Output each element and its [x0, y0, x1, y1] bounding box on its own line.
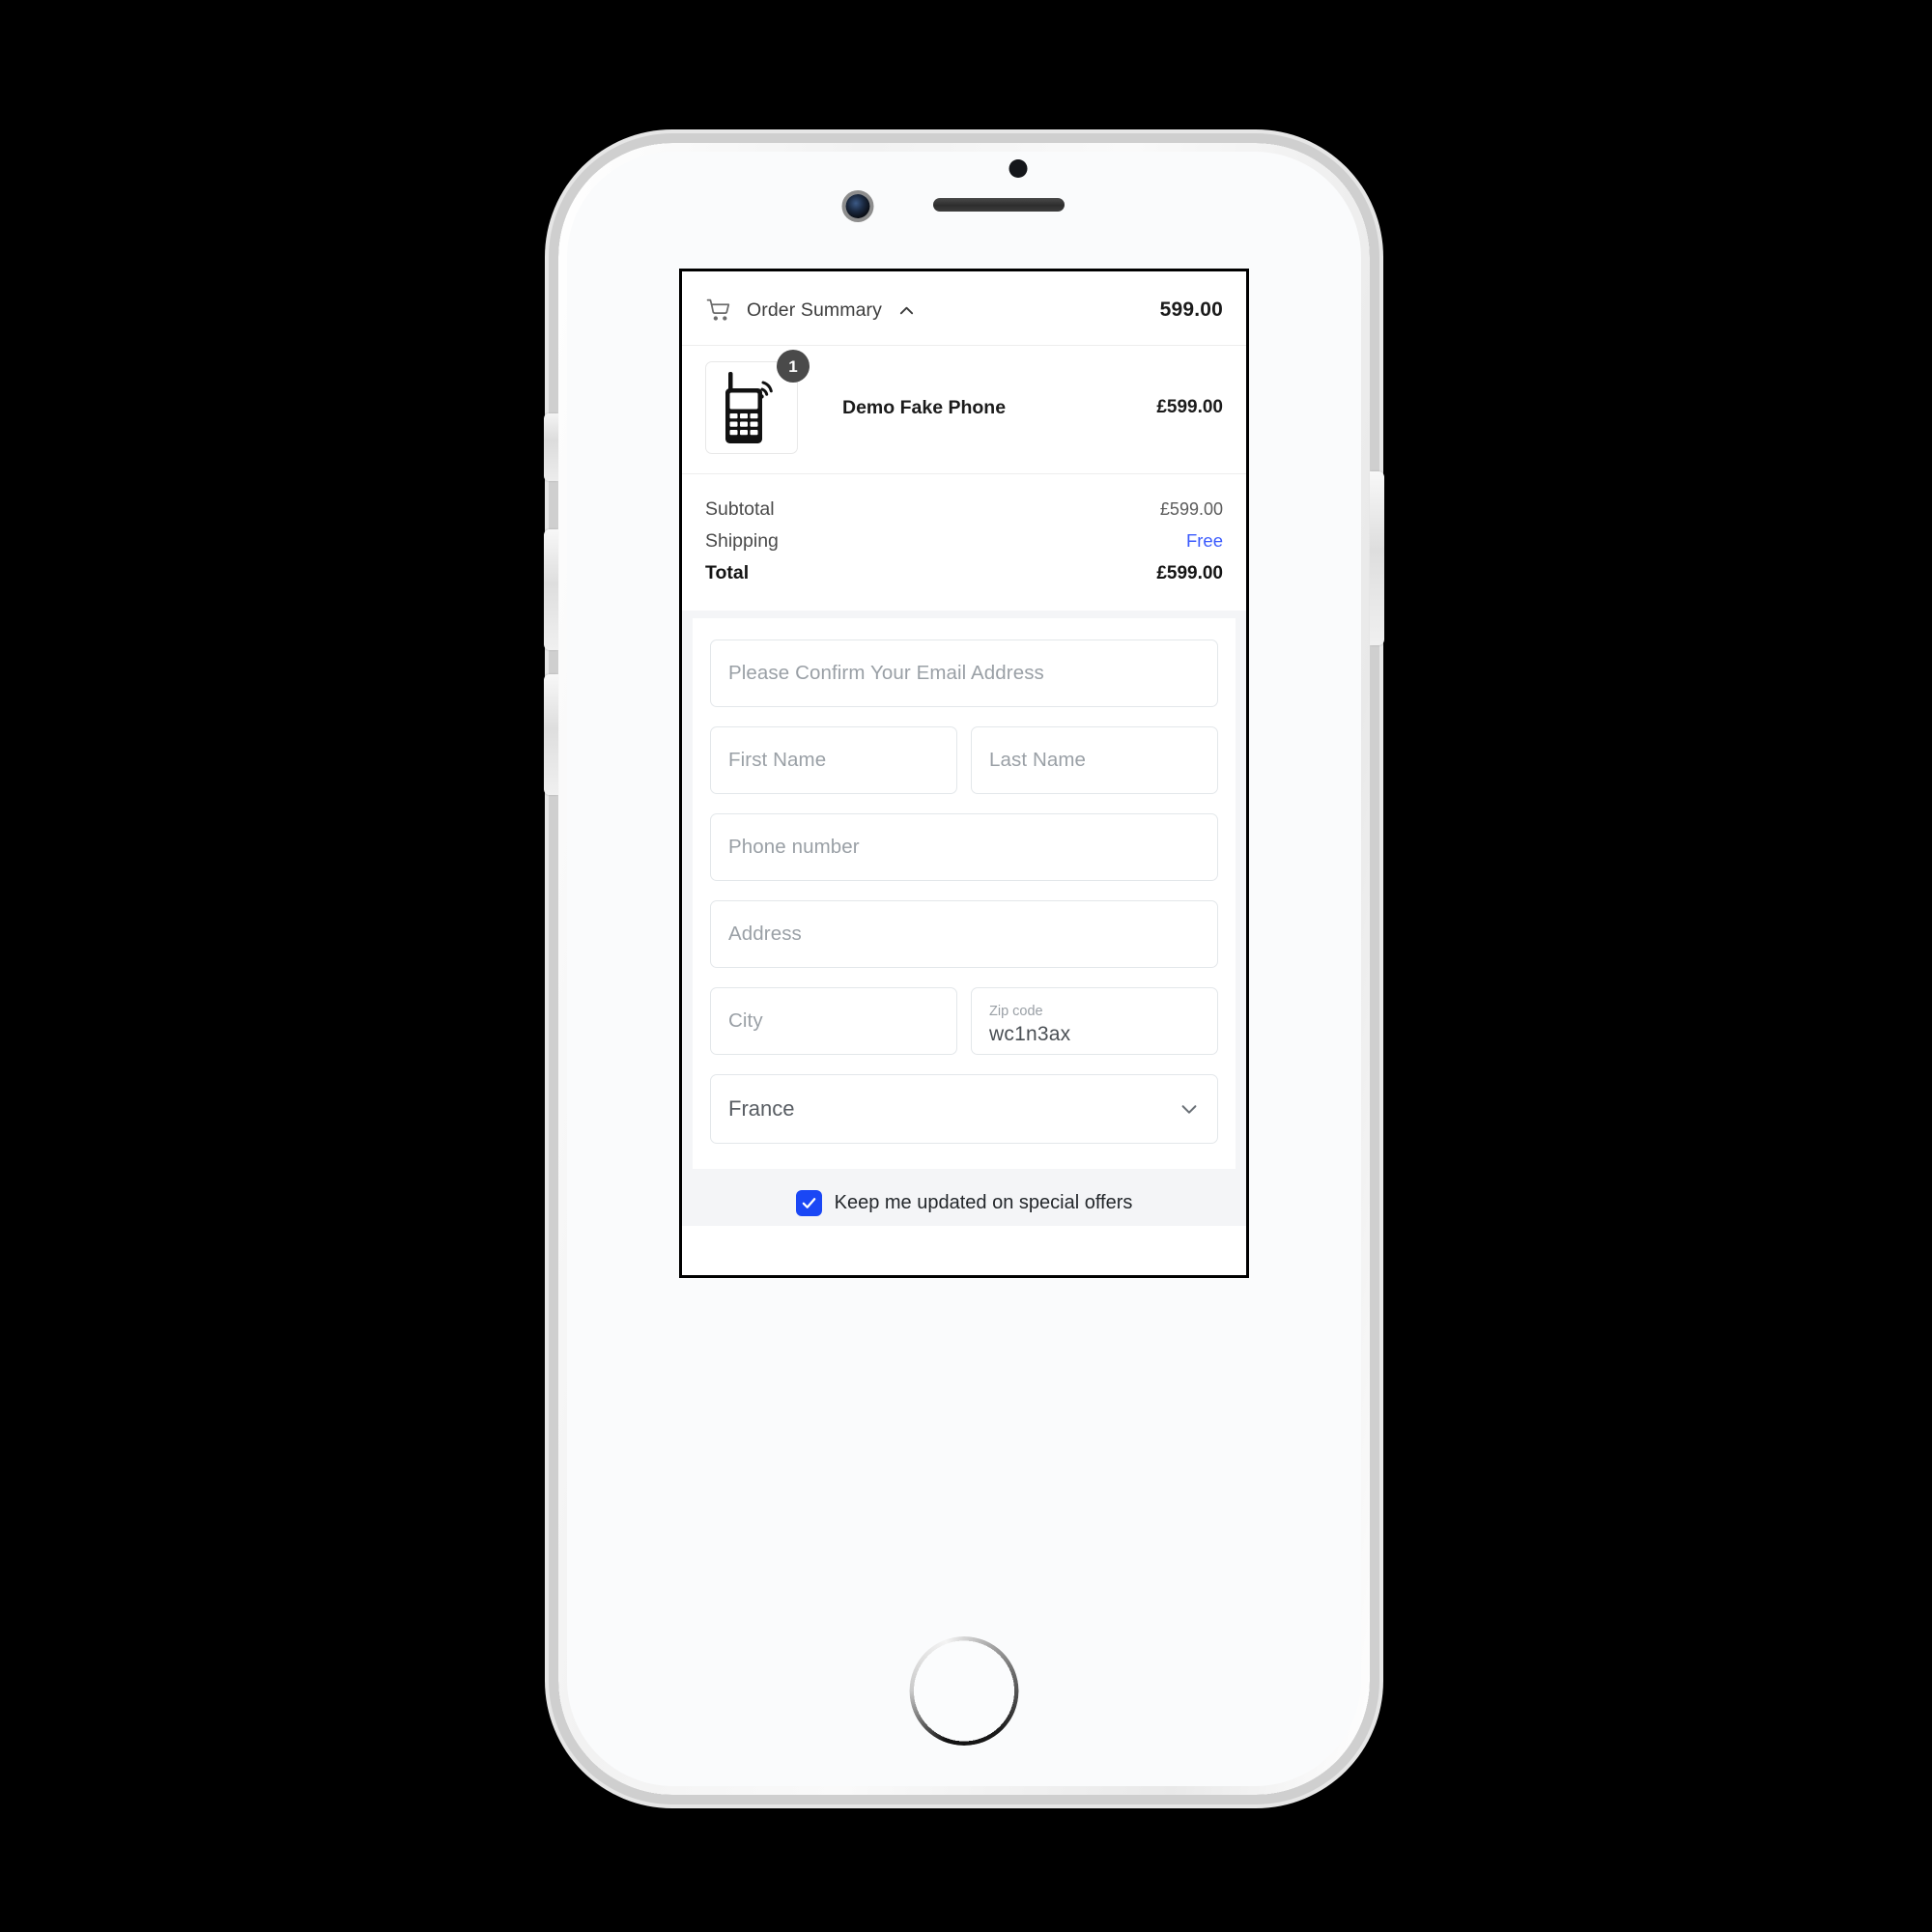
special-offers-label: Keep me updated on special offers — [834, 1192, 1133, 1213]
name-fields-row: First Name Last Name — [710, 726, 1218, 794]
order-summary-toggle[interactable]: Order Summary — [705, 297, 915, 324]
totals-row-subtotal: Subtotal £599.00 — [705, 494, 1223, 526]
proximity-sensor-icon — [1009, 159, 1028, 178]
last-name-placeholder: Last Name — [989, 749, 1087, 771]
order-totals: Subtotal £599.00 Shipping Free Total £59… — [682, 474, 1246, 611]
order-item-row: 1 Demo Fake Phone £599.00 — [682, 346, 1246, 474]
country-selected-value: France — [728, 1096, 795, 1121]
zip-code-field[interactable]: Zip code wc1n3ax — [971, 987, 1218, 1055]
first-name-placeholder: First Name — [728, 749, 827, 771]
volume-up-button[interactable] — [544, 529, 558, 650]
total-label: Total — [705, 562, 750, 583]
phone-number-field[interactable]: Phone number — [710, 813, 1218, 881]
quantity-badge: 1 — [777, 350, 810, 383]
checkout-form-card: Please Confirm Your Email Address First … — [693, 618, 1236, 1169]
earpiece-speaker-icon — [933, 198, 1065, 212]
subtotal-label: Subtotal — [705, 498, 775, 520]
mobile-phone-icon — [720, 369, 783, 446]
city-placeholder: City — [728, 1009, 763, 1032]
checkout-form-area: Please Confirm Your Email Address First … — [682, 611, 1246, 1226]
last-name-field[interactable]: Last Name — [971, 726, 1218, 794]
order-summary-header[interactable]: Order Summary 599.00 — [682, 271, 1246, 346]
home-button-ring — [909, 1636, 1019, 1746]
product-thumbnail: 1 — [705, 350, 810, 454]
special-offers-row[interactable]: Keep me updated on special offers — [682, 1169, 1246, 1226]
zip-code-label: Zip code — [989, 1004, 1043, 1020]
order-summary-amount: 599.00 — [1159, 298, 1223, 321]
address-placeholder: Address — [728, 923, 802, 945]
phone-number-placeholder: Phone number — [728, 836, 860, 858]
product-price: £599.00 — [1156, 397, 1223, 417]
email-field[interactable]: Please Confirm Your Email Address — [710, 639, 1218, 707]
home-button[interactable] — [909, 1636, 1019, 1746]
country-select[interactable]: France — [710, 1074, 1218, 1144]
checkmark-icon — [801, 1195, 817, 1211]
total-value: £599.00 — [1156, 563, 1223, 583]
phone-screen: Order Summary 599.00 1 Demo Fake Phone £… — [679, 269, 1249, 1278]
email-placeholder: Please Confirm Your Email Address — [728, 662, 1044, 684]
first-name-field[interactable]: First Name — [710, 726, 957, 794]
checkout-page: Order Summary 599.00 1 Demo Fake Phone £… — [682, 271, 1246, 1275]
front-camera-icon — [845, 194, 870, 218]
silent-switch[interactable] — [544, 413, 558, 481]
shopping-cart-icon — [705, 297, 732, 324]
totals-row-shipping: Shipping Free — [705, 526, 1223, 557]
order-summary-title: Order Summary — [747, 298, 882, 321]
totals-row-total: Total £599.00 — [705, 557, 1223, 589]
zip-code-value: wc1n3ax — [989, 1022, 1071, 1045]
phone-device-frame: Order Summary 599.00 1 Demo Fake Phone £… — [544, 143, 1384, 1795]
special-offers-checkbox[interactable] — [795, 1190, 822, 1216]
city-field[interactable]: City — [710, 987, 957, 1055]
product-name: Demo Fake Phone — [842, 396, 1007, 418]
shipping-label: Shipping — [705, 530, 779, 552]
phone-body: Order Summary 599.00 1 Demo Fake Phone £… — [567, 152, 1361, 1786]
power-button[interactable] — [1370, 471, 1384, 645]
chevron-up-icon[interactable] — [898, 302, 915, 319]
screenshot-root: Order Summary 599.00 1 Demo Fake Phone £… — [0, 0, 1932, 1932]
chevron-down-icon[interactable] — [1179, 1098, 1200, 1120]
volume-down-button[interactable] — [544, 674, 558, 795]
city-zip-row: City Zip code wc1n3ax — [710, 987, 1218, 1055]
address-field[interactable]: Address — [710, 900, 1218, 968]
shipping-value: Free — [1185, 530, 1223, 551]
subtotal-value: £599.00 — [1159, 499, 1223, 519]
